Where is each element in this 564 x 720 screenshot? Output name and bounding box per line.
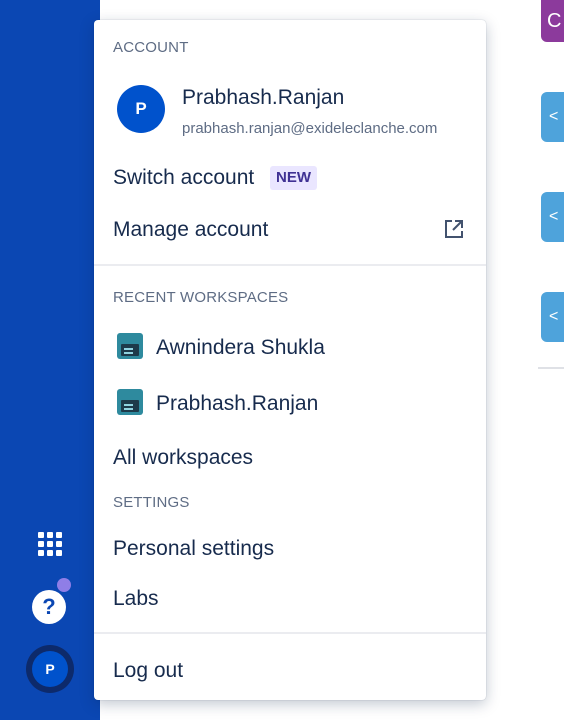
personal-settings-link[interactable]: Personal settings <box>113 537 274 561</box>
external-link-icon <box>445 220 463 238</box>
code-tile-icon: < <box>541 192 564 242</box>
new-badge: NEW <box>270 166 317 190</box>
recent-workspaces-heading: RECENT WORKSPACES <box>113 289 289 306</box>
help-icon[interactable]: ? <box>32 590 66 624</box>
workspace-name: Awnindera Shukla <box>156 336 325 359</box>
code-tile-icon: < <box>541 292 564 342</box>
account-email: prabhash.ranjan@exideleclanche.com <box>182 120 438 137</box>
account-name: Prabhash.Ranjan <box>182 86 345 109</box>
workspace-icon <box>117 333 143 359</box>
switch-account-button[interactable]: Switch account <box>113 166 254 190</box>
global-sidebar: ? P <box>0 0 100 720</box>
avatar: P <box>32 651 68 687</box>
divider <box>94 632 486 634</box>
workspace-icon <box>117 389 143 415</box>
avatar: P <box>117 85 165 133</box>
divider <box>94 264 486 266</box>
settings-heading: SETTINGS <box>113 494 190 511</box>
profile-avatar-button[interactable]: P <box>26 645 74 693</box>
app-switcher-icon[interactable] <box>36 530 64 558</box>
account-menu: ACCOUNT P Prabhash.Ranjan prabhash.ranja… <box>94 20 486 700</box>
divider <box>538 367 564 369</box>
logout-button[interactable]: Log out <box>113 659 183 683</box>
account-heading: ACCOUNT <box>113 39 189 56</box>
manage-account-button[interactable]: Manage account <box>113 218 268 242</box>
all-workspaces-link[interactable]: All workspaces <box>113 446 253 470</box>
purple-tile: C <box>541 0 564 42</box>
notification-dot <box>57 578 71 592</box>
labs-link[interactable]: Labs <box>113 587 159 611</box>
code-tile-icon: < <box>541 92 564 142</box>
workspace-name: Prabhash.Ranjan <box>156 392 319 415</box>
